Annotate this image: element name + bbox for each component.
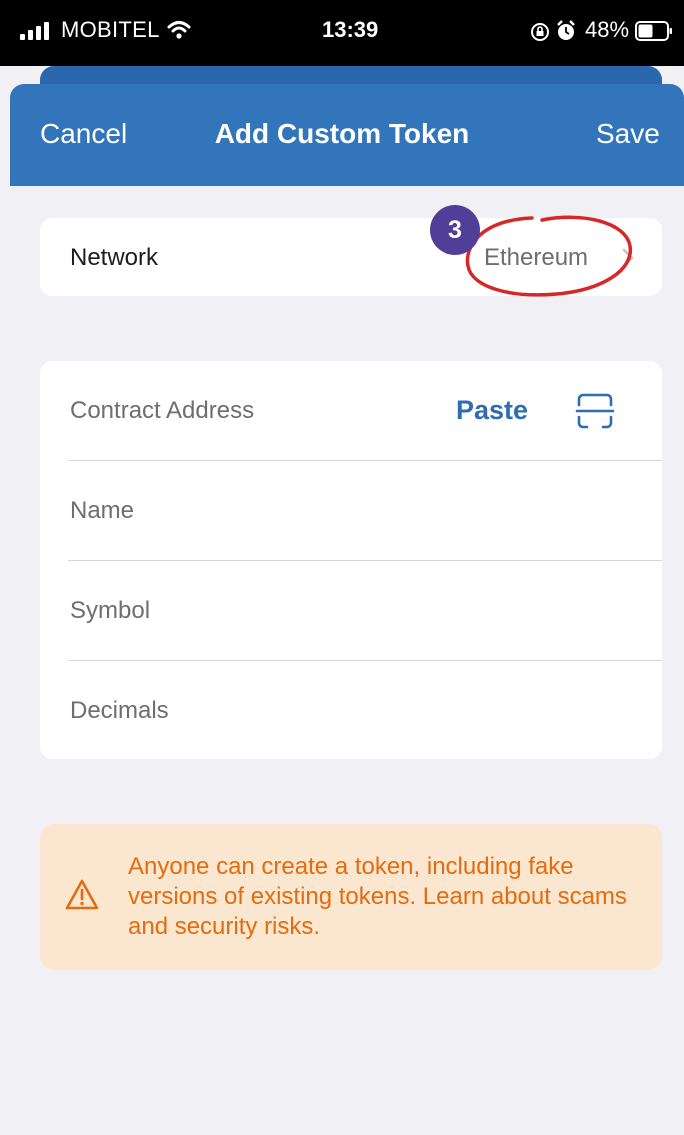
status-time: 13:39 [322, 17, 379, 42]
step-badge: 3 [430, 205, 480, 255]
carrier-name: MOBITEL [61, 17, 160, 42]
contract-address-row[interactable]: Contract Address Paste [40, 361, 662, 461]
name-field[interactable]: Name [70, 497, 134, 525]
paste-button[interactable]: Paste [456, 395, 528, 426]
alarm-icon [557, 20, 575, 40]
status-bar: MOBITEL 13:39 48% [0, 0, 684, 66]
symbol-field[interactable]: Symbol [70, 597, 150, 625]
name-row[interactable]: Name [40, 461, 662, 561]
decimals-field[interactable]: Decimals [70, 697, 169, 725]
warning-text: Anyone can create a token, including fak… [128, 853, 627, 940]
signal-icon [20, 22, 49, 40]
qr-scan-icon[interactable] [575, 391, 615, 431]
battery-icon [635, 21, 672, 41]
warning-banner: Anyone can create a token, including fak… [40, 824, 662, 970]
warning-icon [65, 879, 99, 910]
token-form: Contract Address Paste Name Symbol Decim… [40, 361, 662, 759]
network-label: Network [70, 244, 159, 271]
battery-percent: 48% [585, 17, 630, 42]
annotation-circle [465, 215, 632, 297]
page-title: Add Custom Token [214, 118, 470, 149]
symbol-row[interactable]: Symbol [40, 561, 662, 661]
decimals-row[interactable]: Decimals [40, 661, 662, 759]
contract-address-field[interactable]: Contract Address [70, 397, 254, 425]
wifi-icon [167, 21, 191, 39]
orientation-lock-icon [531, 23, 549, 41]
save-button[interactable]: Save [596, 118, 660, 150]
